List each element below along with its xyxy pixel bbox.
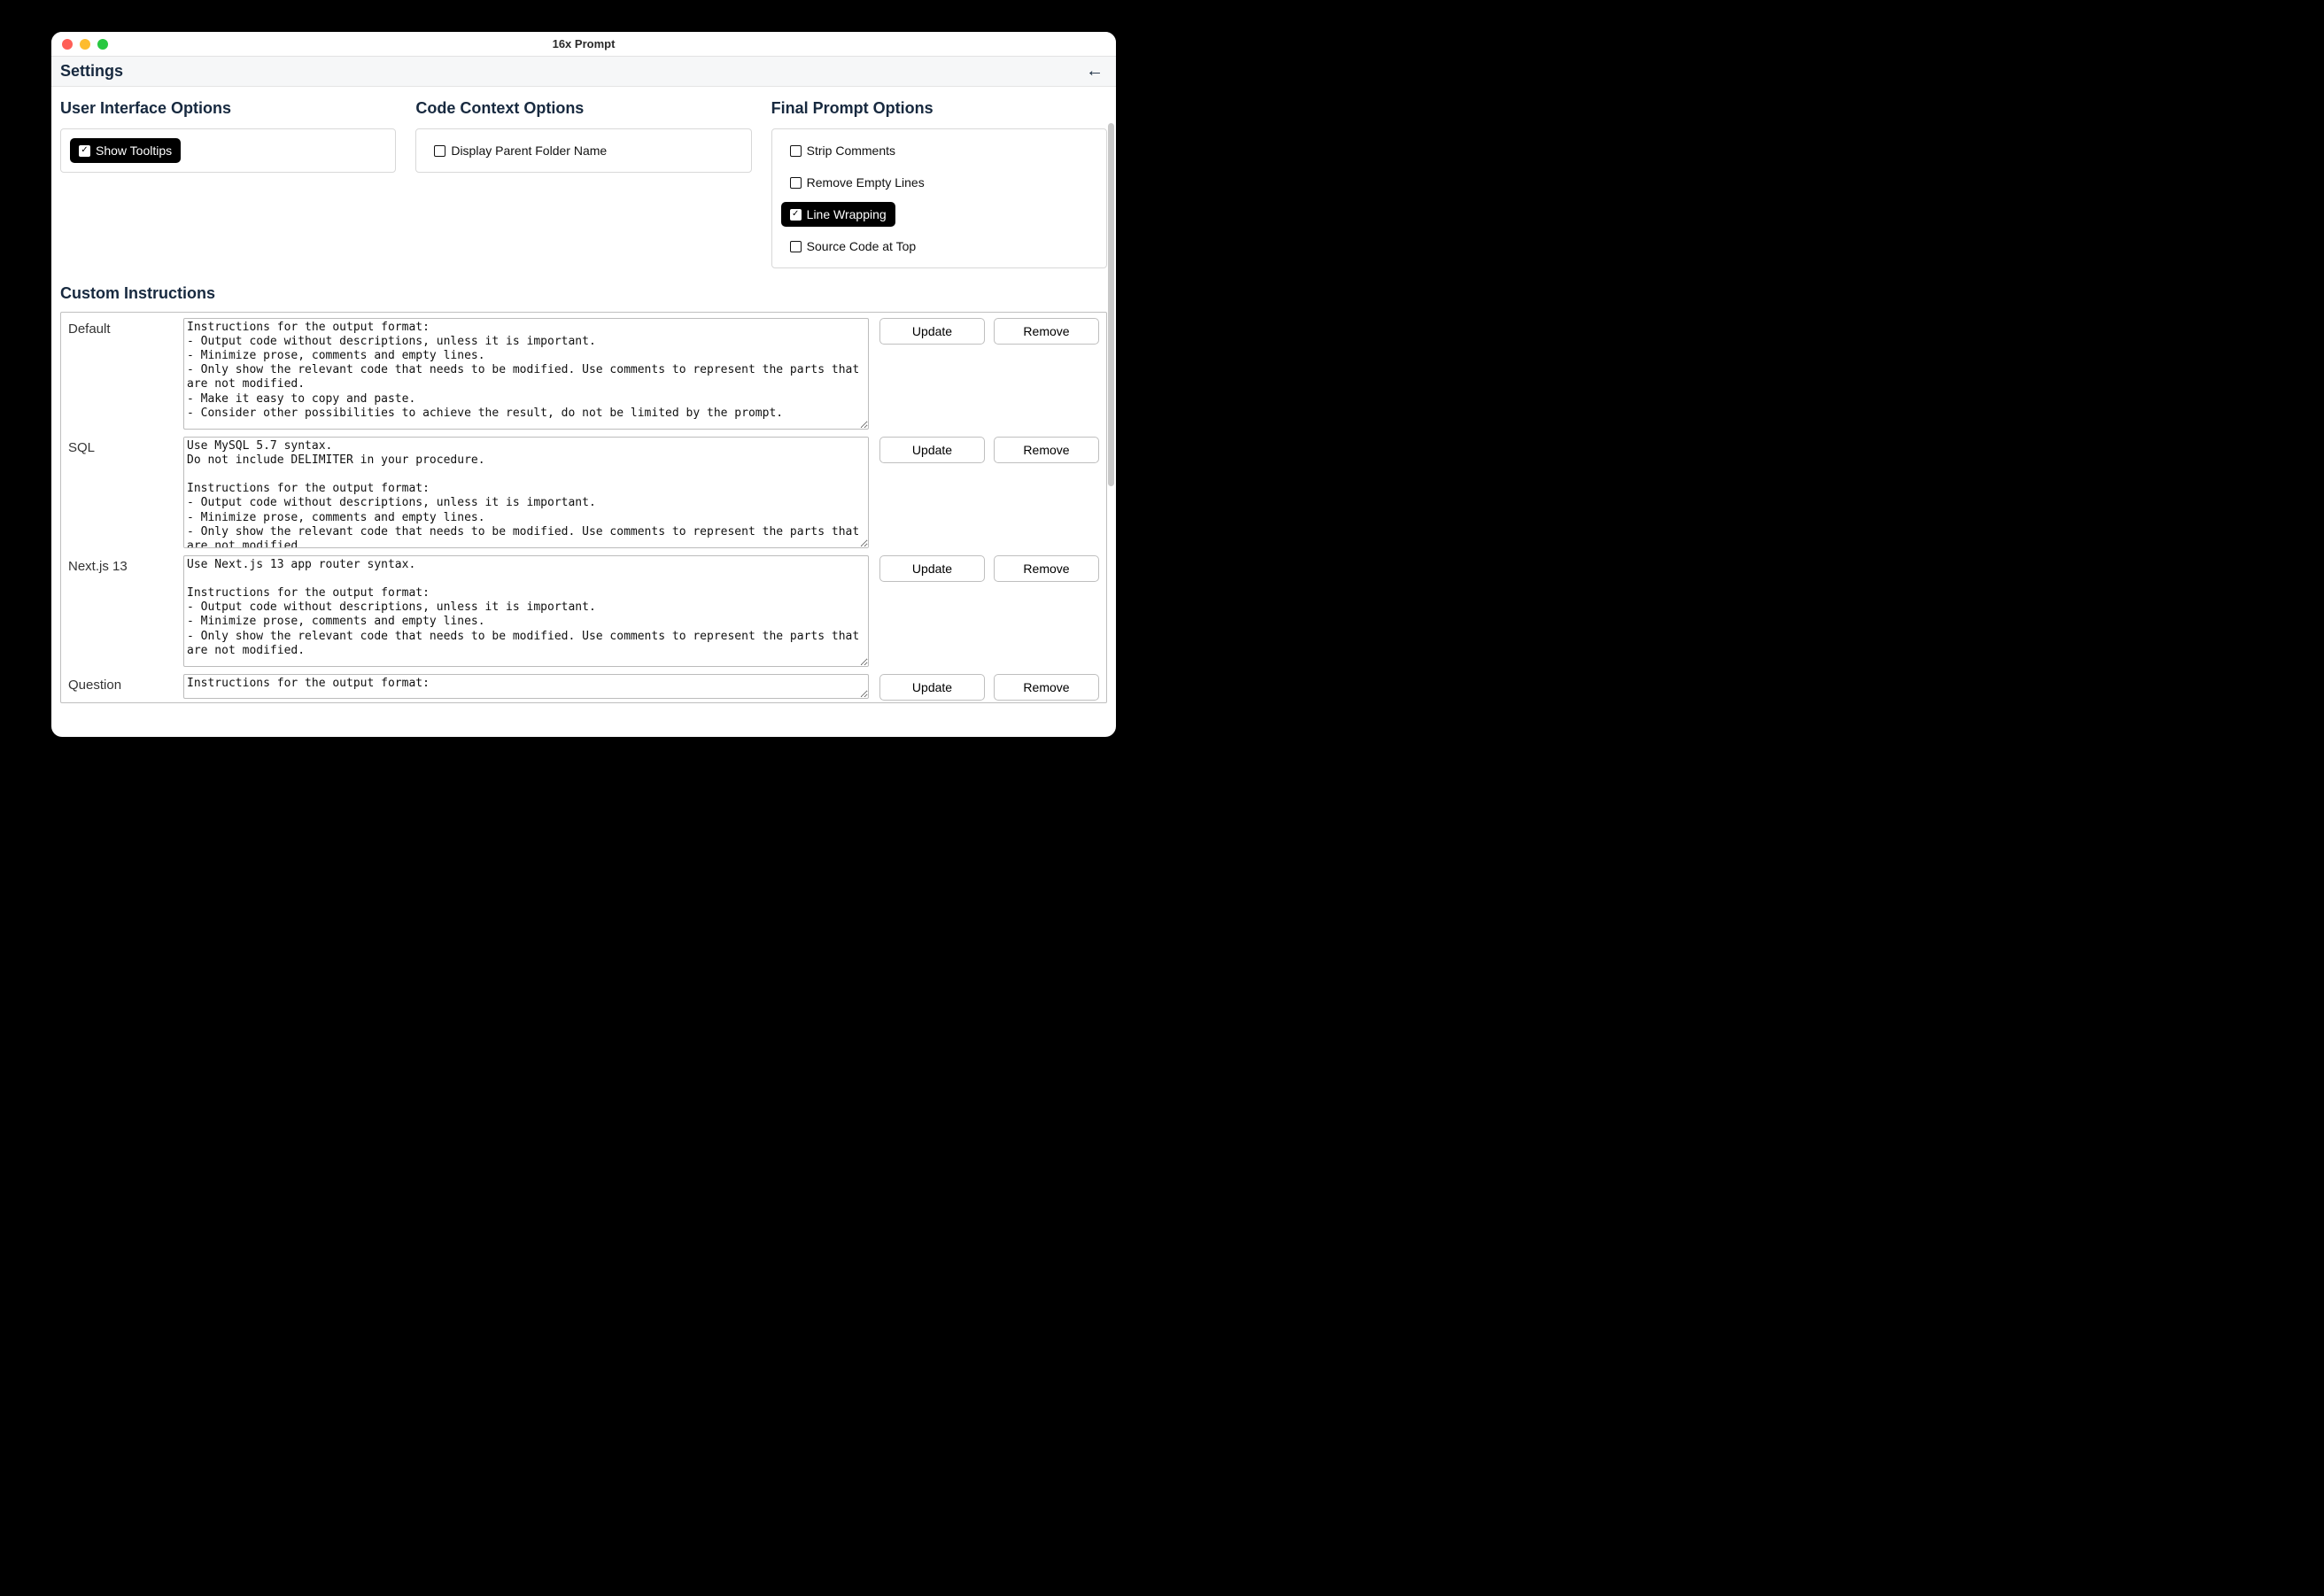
remove-button[interactable]: Remove bbox=[994, 318, 1099, 345]
scrollbar-thumb[interactable] bbox=[1108, 123, 1114, 486]
strip-comments-toggle[interactable]: Strip Comments bbox=[781, 138, 904, 163]
checkbox-icon: ✓ bbox=[790, 209, 802, 221]
content-area: User Interface Options ✓ Show Tooltips C… bbox=[51, 87, 1116, 737]
ui-options-box: ✓ Show Tooltips bbox=[60, 128, 396, 173]
remove-button[interactable]: Remove bbox=[994, 437, 1099, 463]
checkbox-icon bbox=[790, 177, 802, 189]
arrow-left-icon: ← bbox=[1086, 61, 1104, 81]
toggle-label: Remove Empty Lines bbox=[807, 175, 925, 190]
instruction-name: SQL bbox=[68, 437, 183, 548]
final-prompt-box: Strip Comments Remove Empty Lines ✓ Line… bbox=[771, 128, 1107, 268]
remove-button[interactable]: Remove bbox=[994, 674, 1099, 701]
remove-empty-lines-toggle[interactable]: Remove Empty Lines bbox=[781, 170, 933, 195]
page-title: Settings bbox=[60, 62, 123, 81]
update-button[interactable]: Update bbox=[879, 674, 985, 701]
instruction-actions: Update Remove bbox=[869, 318, 1099, 430]
instruction-textarea[interactable] bbox=[183, 437, 869, 548]
minimize-icon[interactable] bbox=[80, 39, 90, 50]
instruction-actions: Update Remove bbox=[869, 674, 1099, 701]
back-button[interactable]: ← bbox=[1082, 59, 1107, 83]
instruction-textarea[interactable] bbox=[183, 318, 869, 430]
checkbox-icon: ✓ bbox=[79, 145, 90, 157]
code-context-box: Display Parent Folder Name bbox=[415, 128, 751, 173]
app-window: 16x Prompt Settings ← User Interface Opt… bbox=[51, 32, 1116, 737]
checkbox-icon bbox=[790, 241, 802, 252]
page-header: Settings ← bbox=[51, 57, 1116, 87]
instruction-actions: Update Remove bbox=[869, 437, 1099, 548]
custom-instructions-title: Custom Instructions bbox=[60, 284, 1107, 303]
display-parent-folder-toggle[interactable]: Display Parent Folder Name bbox=[425, 138, 616, 163]
instruction-row: SQL Update Remove bbox=[61, 431, 1106, 550]
window-controls bbox=[51, 39, 108, 50]
toggle-label: Show Tooltips bbox=[96, 143, 172, 158]
update-button[interactable]: Update bbox=[879, 318, 985, 345]
toggle-label: Line Wrapping bbox=[807, 207, 887, 221]
show-tooltips-toggle[interactable]: ✓ Show Tooltips bbox=[70, 138, 181, 163]
ui-options-section: User Interface Options ✓ Show Tooltips bbox=[60, 99, 396, 268]
toggle-label: Strip Comments bbox=[807, 143, 895, 158]
code-context-section: Code Context Options Display Parent Fold… bbox=[415, 99, 751, 268]
instruction-name: Next.js 13 bbox=[68, 555, 183, 667]
toggle-label: Display Parent Folder Name bbox=[451, 143, 607, 158]
instruction-row: Default Update Remove bbox=[61, 313, 1106, 431]
remove-button[interactable]: Remove bbox=[994, 555, 1099, 582]
titlebar: 16x Prompt bbox=[51, 32, 1116, 57]
instruction-row: Question Update Remove bbox=[61, 669, 1106, 702]
instruction-row: Next.js 13 Update Remove bbox=[61, 550, 1106, 669]
instruction-textarea[interactable] bbox=[183, 555, 869, 667]
instruction-actions: Update Remove bbox=[869, 555, 1099, 667]
instruction-textarea[interactable] bbox=[183, 674, 869, 699]
source-code-at-top-toggle[interactable]: Source Code at Top bbox=[781, 234, 926, 259]
line-wrapping-toggle[interactable]: ✓ Line Wrapping bbox=[781, 202, 895, 227]
section-title: Code Context Options bbox=[415, 99, 751, 118]
section-title: Final Prompt Options bbox=[771, 99, 1107, 118]
zoom-icon[interactable] bbox=[97, 39, 108, 50]
close-icon[interactable] bbox=[62, 39, 73, 50]
scrollbar[interactable] bbox=[1106, 88, 1115, 736]
instruction-name: Question bbox=[68, 674, 183, 701]
window-title: 16x Prompt bbox=[51, 37, 1116, 50]
final-prompt-section: Final Prompt Options Strip Comments Remo… bbox=[771, 99, 1107, 268]
update-button[interactable]: Update bbox=[879, 437, 985, 463]
update-button[interactable]: Update bbox=[879, 555, 985, 582]
checkbox-icon bbox=[434, 145, 445, 157]
section-title: User Interface Options bbox=[60, 99, 396, 118]
instruction-name: Default bbox=[68, 318, 183, 430]
checkbox-icon bbox=[790, 145, 802, 157]
toggle-label: Source Code at Top bbox=[807, 239, 917, 253]
custom-instructions-list: Default Update Remove SQL Update Remove … bbox=[60, 312, 1107, 703]
